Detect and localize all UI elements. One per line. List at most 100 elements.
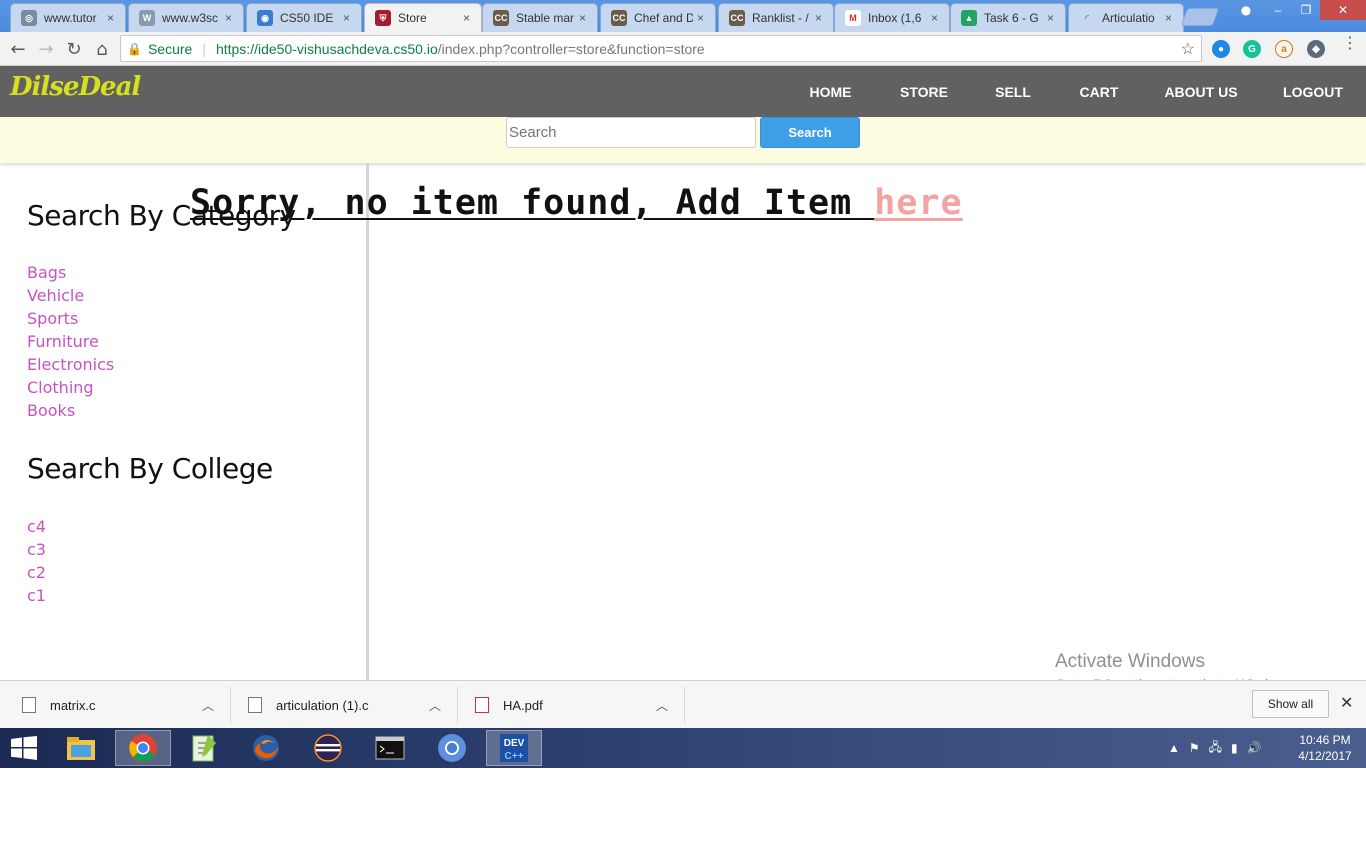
tab-gmail-inbox[interactable]: M Inbox (1,6 × xyxy=(834,3,950,32)
tab-ranklist[interactable]: CC Ranklist - / × xyxy=(718,3,834,32)
category-link-furniture[interactable]: Furniture xyxy=(27,330,114,353)
close-tab-icon[interactable]: × xyxy=(697,11,709,25)
college-link-c2[interactable]: c2 xyxy=(27,561,46,584)
chevron-up-icon[interactable]: ︿ xyxy=(429,697,441,714)
chevron-up-icon[interactable]: ︿ xyxy=(656,697,668,714)
url-host: https://ide50-vishusachdeva.cs50.io xyxy=(215,40,438,57)
extension-shield-icon[interactable]: ◆ xyxy=(1307,40,1325,58)
window-controls: – ❐ ✕ xyxy=(1264,0,1366,20)
extension-blue-icon[interactable]: ● xyxy=(1212,40,1230,58)
tab-tutorials[interactable]: ◎ www.tutor × xyxy=(10,3,126,32)
tab-cs50-ide[interactable]: ◉ CS50 IDE × xyxy=(246,3,362,32)
nav-cart[interactable]: CART xyxy=(1056,66,1142,117)
download-filename: matrix.c xyxy=(50,697,96,713)
tab-chef-and-d[interactable]: CC Chef and D × xyxy=(600,3,716,32)
tab-store[interactable]: ⛨ Store × xyxy=(364,3,482,32)
nav-about-us[interactable]: ABOUT US xyxy=(1142,66,1260,117)
firefox-icon[interactable] xyxy=(238,730,294,766)
watermark-title: Activate Windows xyxy=(1055,651,1205,672)
home-icon[interactable]: ⌂ xyxy=(90,37,114,61)
chromium-icon[interactable] xyxy=(424,730,480,766)
tab-stable-marriage[interactable]: CC Stable mar × xyxy=(482,3,598,32)
chevron-up-icon[interactable]: ︿ xyxy=(202,697,214,714)
close-window-icon[interactable]: ✕ xyxy=(1320,0,1366,20)
network-icon[interactable]: 🖧 xyxy=(1209,738,1222,759)
chrome-menu-icon[interactable]: ⋮ xyxy=(1342,35,1358,51)
tab-task-6[interactable]: ▲ Task 6 - G × xyxy=(950,3,1066,32)
category-link-clothing[interactable]: Clothing xyxy=(27,376,114,399)
close-tab-icon[interactable]: × xyxy=(1047,11,1059,25)
close-tab-icon[interactable]: × xyxy=(343,11,355,25)
add-item-link[interactable]: here xyxy=(874,183,962,223)
tab-articulation[interactable]: ◜ Articulatio × xyxy=(1068,3,1184,32)
grammarly-icon[interactable]: G xyxy=(1243,40,1261,58)
file-explorer-icon[interactable] xyxy=(53,730,109,766)
profile-icon[interactable]: ● xyxy=(1236,0,1256,20)
brand-logo[interactable]: DilseDeal xyxy=(10,72,141,102)
codechef-icon: CC xyxy=(729,10,745,26)
close-tab-icon[interactable]: × xyxy=(931,11,943,25)
address-bar[interactable]: 🔒 Secure | https://ide50-vishusachdeva.c… xyxy=(120,35,1202,62)
codechef-icon: CC xyxy=(611,10,627,26)
gmail-icon: M xyxy=(845,10,861,26)
download-filename: articulation (1).c xyxy=(276,697,369,713)
lock-icon: 🔒 xyxy=(127,41,142,56)
download-item[interactable]: articulation (1).c ︿ xyxy=(231,687,458,723)
nav-home[interactable]: HOME xyxy=(783,66,878,117)
college-link-c1[interactable]: c1 xyxy=(27,584,46,607)
college-list: c4 c3 c2 c1 xyxy=(27,515,46,607)
url-separator: | xyxy=(202,40,206,57)
close-tab-icon[interactable]: × xyxy=(463,11,475,25)
extension-orange-icon[interactable]: a xyxy=(1275,40,1293,58)
close-tab-icon[interactable]: × xyxy=(815,11,827,25)
forward-icon[interactable]: → xyxy=(34,37,58,61)
reload-icon[interactable]: ↻ xyxy=(62,37,86,61)
taskbar-clock[interactable]: 10:46 PM 4/12/2017 xyxy=(1290,732,1360,764)
bookmark-star-icon[interactable]: ☆ xyxy=(1181,39,1195,59)
nav-sell[interactable]: SELL xyxy=(970,66,1056,117)
eclipse-icon[interactable] xyxy=(300,730,356,766)
close-tab-icon[interactable]: × xyxy=(579,11,591,25)
search-input[interactable] xyxy=(506,117,756,148)
category-link-vehicle[interactable]: Vehicle xyxy=(27,284,114,307)
show-hidden-icons-icon[interactable]: ▲ xyxy=(1168,741,1180,755)
tab-w3schools[interactable]: W www.w3sc × xyxy=(128,3,244,32)
show-all-downloads-button[interactable]: Show all xyxy=(1252,690,1329,718)
close-icon[interactable]: ✕ xyxy=(1340,693,1353,712)
search-button[interactable]: Search xyxy=(760,117,860,148)
no-items-message: Sorry, no item found, Add Item here xyxy=(190,183,963,223)
c-file-icon xyxy=(22,697,36,713)
nav-store[interactable]: STORE xyxy=(878,66,970,117)
power-icon[interactable]: ▮ xyxy=(1231,741,1238,755)
windows-start-icon[interactable] xyxy=(10,736,38,760)
college-link-c4[interactable]: c4 xyxy=(27,515,46,538)
restore-icon[interactable]: ❐ xyxy=(1292,0,1320,20)
close-tab-icon[interactable]: × xyxy=(1165,11,1177,25)
nav-logout[interactable]: LOGOUT xyxy=(1260,66,1366,117)
close-tab-icon[interactable]: × xyxy=(225,11,237,25)
download-item[interactable]: matrix.c ︿ xyxy=(0,687,231,723)
command-prompt-icon[interactable] xyxy=(362,730,418,766)
download-shelf: matrix.c ︿ articulation (1).c ︿ HA.pdf ︿… xyxy=(0,680,1366,728)
svg-text:C++: C++ xyxy=(505,751,524,762)
category-list: Bags Vehicle Sports Furniture Electronic… xyxy=(27,261,114,422)
notepad-plus-plus-icon[interactable] xyxy=(176,730,232,766)
minimize-icon[interactable]: – xyxy=(1264,0,1292,20)
category-link-sports[interactable]: Sports xyxy=(27,307,114,330)
volume-icon[interactable]: 🔊 xyxy=(1247,741,1262,755)
browser-tab-strip: ◎ www.tutor × W www.w3sc × ◉ CS50 IDE × … xyxy=(0,0,1366,32)
college-link-c3[interactable]: c3 xyxy=(27,538,46,561)
site-navbar: DilseDeal HOME STORE SELL CART ABOUT US … xyxy=(0,66,1366,117)
download-item[interactable]: HA.pdf ︿ xyxy=(458,687,685,723)
url-path: /index.php?controller=store&function=sto… xyxy=(437,40,705,57)
w3schools-icon: W xyxy=(139,10,155,26)
dev-cpp-icon[interactable]: DEV C++ xyxy=(486,730,542,766)
back-icon[interactable]: ← xyxy=(6,37,30,61)
chrome-icon[interactable] xyxy=(115,730,171,766)
category-link-bags[interactable]: Bags xyxy=(27,261,114,284)
new-tab-button[interactable] xyxy=(1180,8,1220,26)
action-center-flag-icon[interactable]: ⚑ xyxy=(1189,741,1200,755)
category-link-electronics[interactable]: Electronics xyxy=(27,353,114,376)
category-link-books[interactable]: Books xyxy=(27,399,114,422)
close-tab-icon[interactable]: × xyxy=(107,11,119,25)
